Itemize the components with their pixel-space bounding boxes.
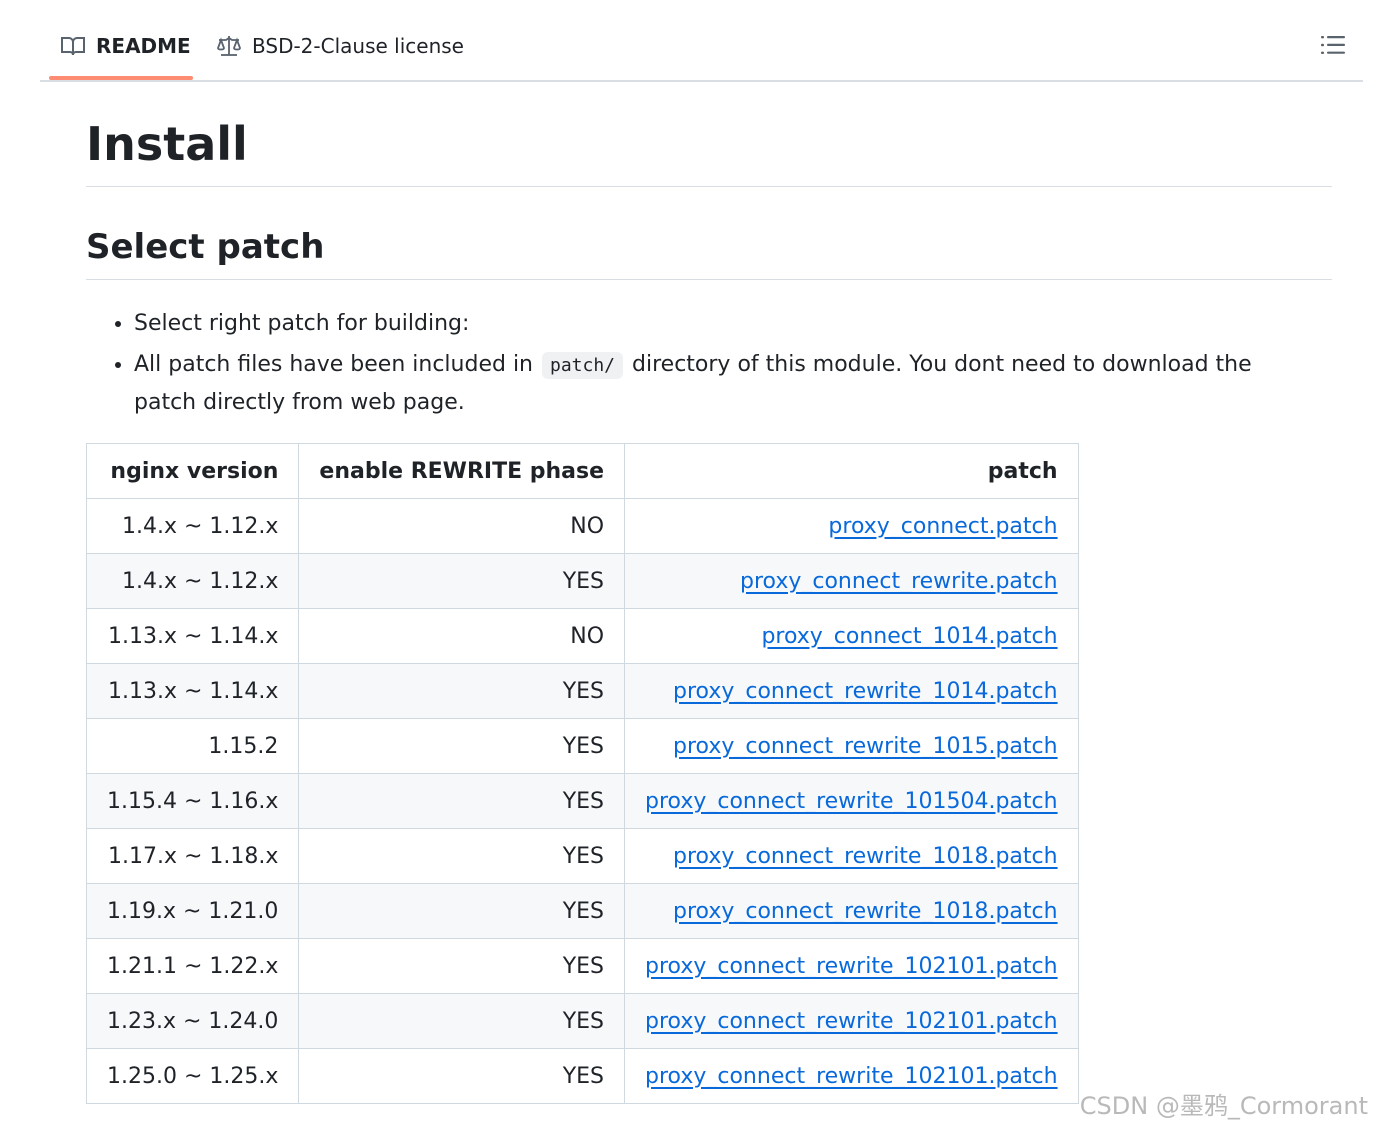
table-header-row: nginx version enable REWRITE phase patch [85,443,1079,499]
list-item: Select right patch for building: [134,305,1306,342]
patch-link[interactable]: proxy_connect_rewrite.patch [740,569,1058,594]
patch-link[interactable]: proxy_connect_rewrite_102101.patch [645,1064,1058,1089]
law-scale-icon [216,34,242,58]
table-row: 1.21.1 ~ 1.22.x YES proxy_connect_rewrit… [85,938,1079,994]
column-header: nginx version [85,443,300,499]
book-icon [60,35,86,57]
rewrite-phase-cell: YES [298,1048,626,1104]
nginx-version-cell: 1.13.x ~ 1.14.x [85,663,300,719]
patch-link[interactable]: proxy_connect_rewrite_1018.patch [673,899,1058,924]
nginx-version-cell: 1.15.2 [85,718,300,774]
table-row: 1.25.0 ~ 1.25.x YES proxy_connect_rewrit… [85,1048,1079,1104]
table-row: 1.15.2 YES proxy_connect_rewrite_1015.pa… [85,718,1079,774]
patch-link[interactable]: proxy_connect_rewrite_1014.patch [673,679,1058,704]
notes-list: Select right patch for building: All pat… [86,305,1306,425]
rewrite-phase-cell: YES [298,883,626,939]
patch-link[interactable]: proxy_connect_rewrite_101504.patch [645,789,1058,814]
table-row: 1.19.x ~ 1.21.0 YES proxy_connect_rewrit… [85,883,1079,939]
watermark: CSDN @墨鸦_Cormorant [1079,1092,1368,1120]
table-row: 1.13.x ~ 1.14.x YES proxy_connect_rewrit… [85,663,1079,719]
patch-link[interactable]: proxy_connect_1014.patch [761,624,1057,649]
nginx-version-cell: 1.4.x ~ 1.12.x [85,498,300,554]
patch-cell: proxy_connect_rewrite.patch [624,553,1079,609]
patch-link[interactable]: proxy_connect_rewrite_102101.patch [645,1009,1058,1034]
rewrite-phase-cell: YES [298,938,626,994]
patch-cell: proxy_connect.patch [624,498,1079,554]
readme-tab-bar: README BSD-2-Clause license [40,0,1363,82]
rewrite-phase-cell: YES [298,718,626,774]
list-unordered-icon [1321,34,1345,56]
rewrite-phase-cell: YES [298,553,626,609]
patch-cell: proxy_connect_rewrite_1018.patch [624,883,1079,939]
tab-readme[interactable]: README [60,24,191,68]
table-row: 1.4.x ~ 1.12.x NO proxy_connect.patch [85,498,1079,554]
tab-readme-label: README [96,34,191,58]
list-item: All patch files have been included in pa… [134,346,1306,421]
nginx-version-cell: 1.19.x ~ 1.21.0 [85,883,300,939]
tab-license[interactable]: BSD-2-Clause license [216,24,464,68]
nginx-version-cell: 1.23.x ~ 1.24.0 [85,993,300,1049]
patch-cell: proxy_connect_1014.patch [624,608,1079,664]
patch-cell: proxy_connect_rewrite_102101.patch [624,993,1079,1049]
section-title: Select patch [86,222,1332,280]
rewrite-phase-cell: YES [298,828,626,884]
inline-code: patch/ [542,352,624,379]
table-row: 1.15.4 ~ 1.16.x YES proxy_connect_rewrit… [85,773,1079,829]
nginx-version-cell: 1.17.x ~ 1.18.x [85,828,300,884]
note-text: All patch files have been included in [134,352,533,377]
nginx-version-cell: 1.21.1 ~ 1.22.x [85,938,300,994]
patch-cell: proxy_connect_rewrite_102101.patch [624,1048,1079,1104]
nginx-version-cell: 1.25.0 ~ 1.25.x [85,1048,300,1104]
rewrite-phase-cell: YES [298,773,626,829]
page-title: Install [86,112,1332,187]
rewrite-phase-cell: YES [298,663,626,719]
nginx-version-cell: 1.13.x ~ 1.14.x [85,608,300,664]
outline-toggle-button[interactable] [1318,30,1348,60]
patch-link[interactable]: proxy_connect.patch [828,514,1057,539]
column-header: patch [624,443,1079,499]
patch-cell: proxy_connect_rewrite_101504.patch [624,773,1079,829]
table-row: 1.4.x ~ 1.12.x YES proxy_connect_rewrite… [85,553,1079,609]
rewrite-phase-cell: YES [298,993,626,1049]
patch-cell: proxy_connect_rewrite_1018.patch [624,828,1079,884]
rewrite-phase-cell: NO [298,498,626,554]
patch-cell: proxy_connect_rewrite_1014.patch [624,663,1079,719]
column-header: enable REWRITE phase [298,443,626,499]
patch-cell: proxy_connect_rewrite_102101.patch [624,938,1079,994]
patch-link[interactable]: proxy_connect_rewrite_102101.patch [645,954,1058,979]
patch-table: nginx version enable REWRITE phase patch… [85,443,1079,1104]
nginx-version-cell: 1.15.4 ~ 1.16.x [85,773,300,829]
rewrite-phase-cell: NO [298,608,626,664]
patch-link[interactable]: proxy_connect_rewrite_1018.patch [673,844,1058,869]
patch-link[interactable]: proxy_connect_rewrite_1015.patch [673,734,1058,759]
table-row: 1.13.x ~ 1.14.x NO proxy_connect_1014.pa… [85,608,1079,664]
table-row: 1.17.x ~ 1.18.x YES proxy_connect_rewrit… [85,828,1079,884]
table-row: 1.23.x ~ 1.24.0 YES proxy_connect_rewrit… [85,993,1079,1049]
tab-license-label: BSD-2-Clause license [252,34,464,58]
note-text: Select right patch for building: [134,311,470,336]
nginx-version-cell: 1.4.x ~ 1.12.x [85,553,300,609]
patch-cell: proxy_connect_rewrite_1015.patch [624,718,1079,774]
active-tab-indicator [49,76,193,80]
